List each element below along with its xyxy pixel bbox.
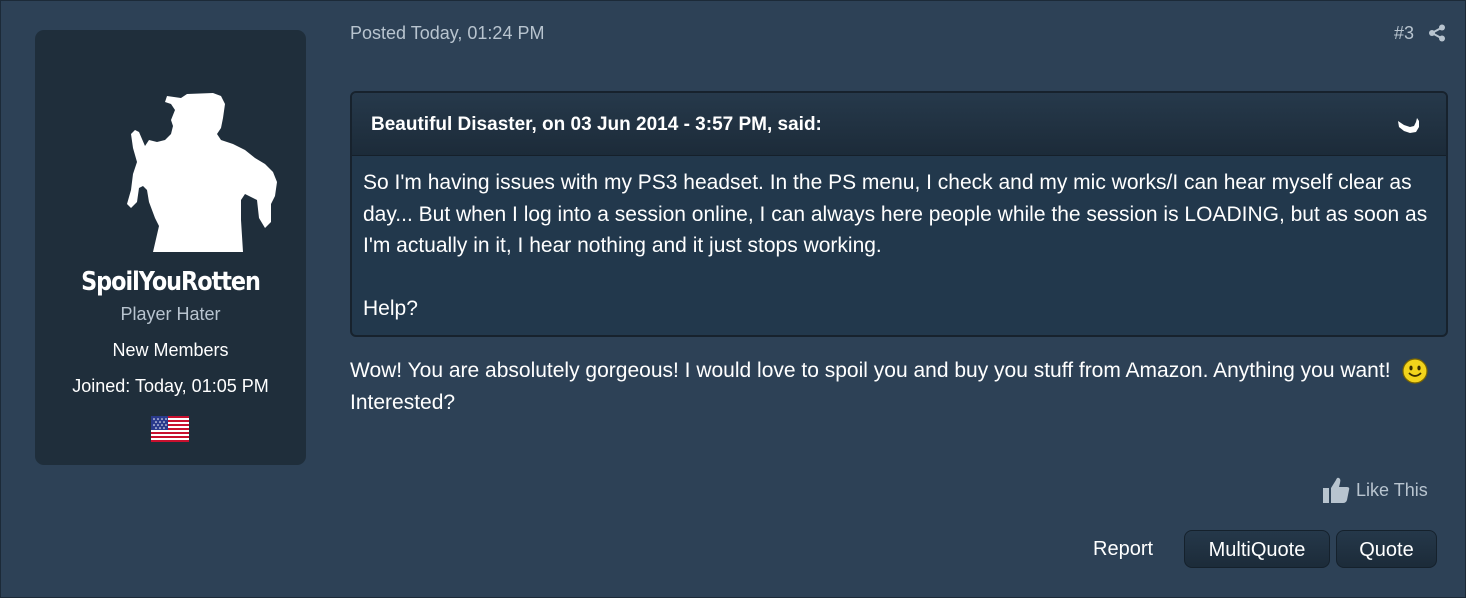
us-flag-icon	[151, 416, 189, 442]
post-timestamp: Posted Today, 01:24 PM	[350, 23, 545, 43]
post-number-link[interactable]: #3	[1394, 23, 1414, 44]
like-button[interactable]: Like This	[1321, 475, 1428, 505]
multiquote-button[interactable]: MultiQuote	[1184, 530, 1330, 568]
author-username[interactable]: SpoilYouRotten	[54, 267, 287, 297]
quote-text-help: Help?	[363, 297, 418, 320]
forum-post: SpoilYouRotten Player Hater New Members …	[0, 0, 1466, 598]
thumbs-up-icon	[1323, 477, 1350, 503]
reply-text-end: Interested?	[350, 391, 456, 414]
author-panel: SpoilYouRotten Player Hater New Members …	[35, 30, 306, 465]
reply-text: Wow! You are absolutely gorgeous! I woul…	[350, 359, 1391, 382]
smiley-icon	[1402, 358, 1428, 384]
author-group: New Members	[112, 340, 229, 360]
silhouette-avatar-icon[interactable]	[125, 90, 295, 256]
quote-header: Beautiful Disaster, on 03 Jun 2014 - 3:5…	[352, 93, 1446, 156]
quote-citation: Beautiful Disaster, on 03 Jun 2014 - 3:5…	[371, 114, 822, 135]
post-body: Wow! You are absolutely gorgeous! I woul…	[350, 355, 1440, 419]
share-icon[interactable]	[1428, 24, 1446, 42]
jump-to-post-icon[interactable]	[1396, 115, 1420, 135]
quote-block: Beautiful Disaster, on 03 Jun 2014 - 3:5…	[350, 91, 1448, 337]
quote-button[interactable]: Quote	[1336, 530, 1437, 568]
quote-text: So I'm having issues with my PS3 headset…	[363, 171, 1428, 257]
quote-body: So I'm having issues with my PS3 headset…	[363, 167, 1430, 325]
report-link[interactable]: Report	[1093, 538, 1153, 561]
like-label: Like This	[1356, 479, 1428, 500]
author-joined-date: Joined: Today, 01:05 PM	[72, 376, 269, 396]
author-title: Player Hater	[120, 304, 221, 324]
